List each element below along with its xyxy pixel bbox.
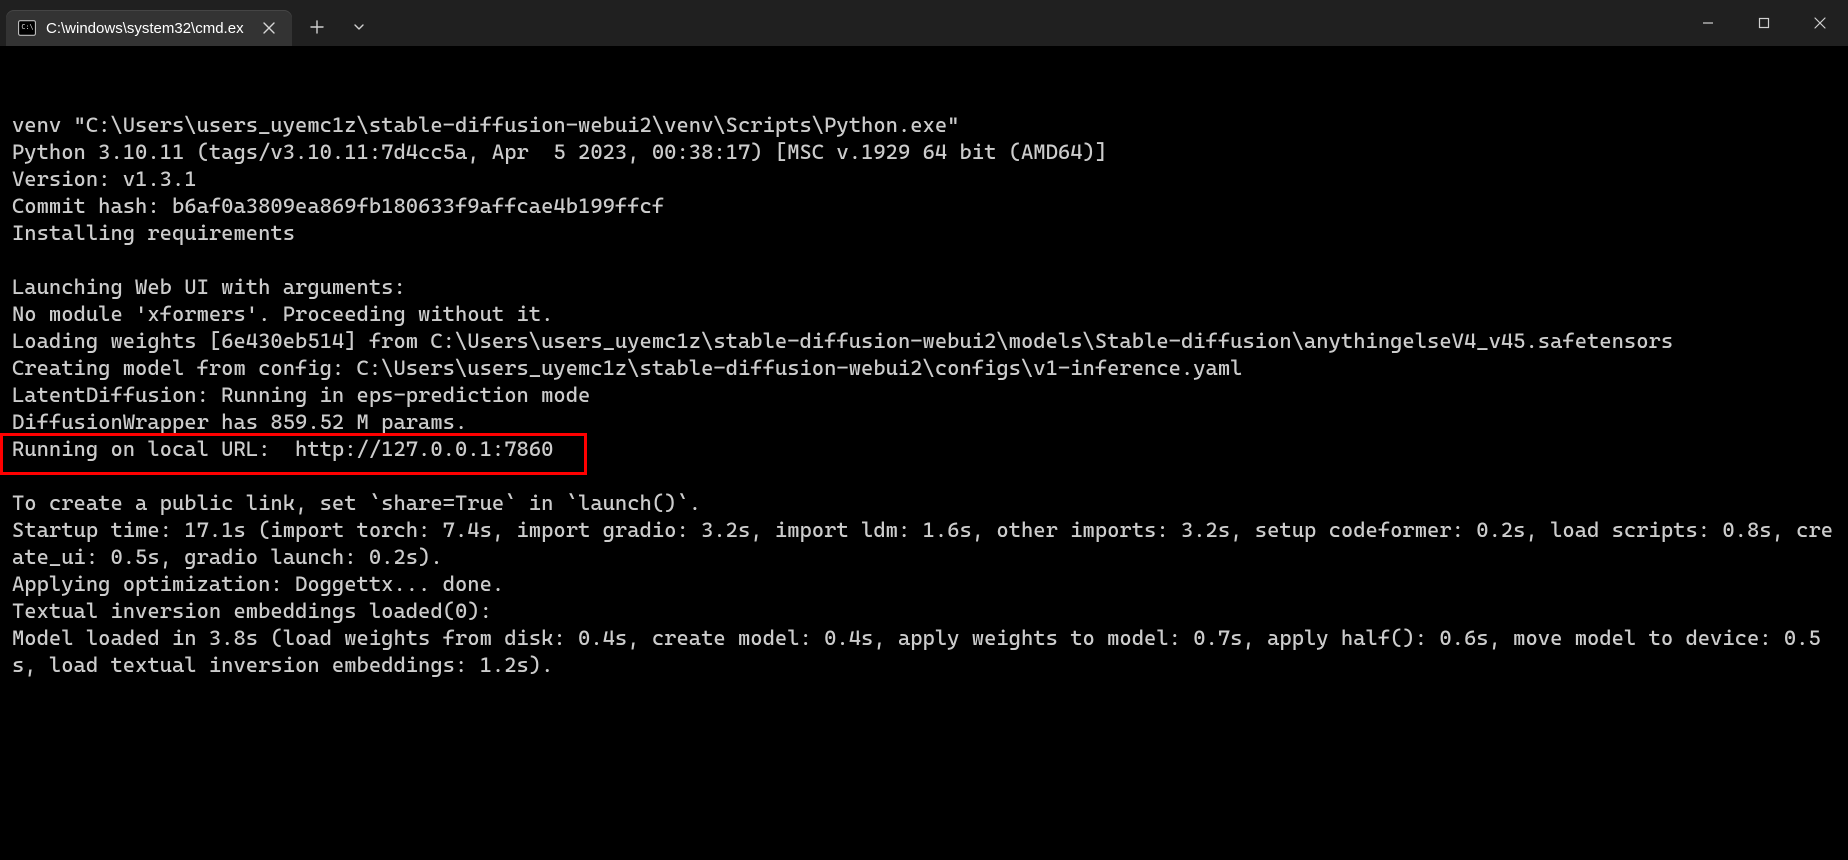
terminal-line: Textual inversion embeddings loaded(0): <box>12 598 1836 625</box>
window-close-button[interactable] <box>1792 0 1848 46</box>
terminal-line: Applying optimization: Doggettx... done. <box>12 571 1836 598</box>
window-titlebar: C:\ C:\windows\system32\cmd.ex <box>0 0 1848 46</box>
tab-cmd[interactable]: C:\ C:\windows\system32\cmd.ex <box>6 10 292 46</box>
window-minimize-button[interactable] <box>1680 0 1736 46</box>
terminal-line: Python 3.10.11 (tags/v3.10.11:7d4cc5a, A… <box>12 139 1836 166</box>
terminal-line <box>12 463 1836 490</box>
svg-text:C:\: C:\ <box>21 23 33 31</box>
terminal-line: To create a public link, set `share=True… <box>12 490 1836 517</box>
terminal-line: DiffusionWrapper has 859.52 M params. <box>12 409 1836 436</box>
minimize-icon <box>1702 17 1714 29</box>
plus-icon <box>310 20 324 34</box>
terminal-line: Version: v1.3.1 <box>12 166 1836 193</box>
terminal-line: Creating model from config: C:\Users\use… <box>12 355 1836 382</box>
terminal-line: venv "C:\Users\users_uyemc1z\stable-diff… <box>12 112 1836 139</box>
chevron-down-icon <box>353 21 365 33</box>
close-icon <box>1814 17 1826 29</box>
terminal-line <box>12 247 1836 274</box>
terminal-line: LatentDiffusion: Running in eps-predicti… <box>12 382 1836 409</box>
window-maximize-button[interactable] <box>1736 0 1792 46</box>
close-icon <box>263 22 275 34</box>
terminal-line: Model loaded in 3.8s (load weights from … <box>12 625 1836 679</box>
terminal-output[interactable]: venv "C:\Users\users_uyemc1z\stable-diff… <box>0 46 1848 679</box>
window-controls <box>1680 0 1848 46</box>
terminal-line: Startup time: 17.1s (import torch: 7.4s,… <box>12 517 1836 571</box>
terminal-line: Loading weights [6e430eb514] from C:\Use… <box>12 328 1836 355</box>
tab-dropdown-button[interactable] <box>342 10 376 44</box>
terminal-line: Installing requirements <box>12 220 1836 247</box>
tab-close-button[interactable] <box>260 19 278 37</box>
terminal-line: Commit hash: b6af0a3809ea869fb180633f9af… <box>12 193 1836 220</box>
cmd-icon: C:\ <box>18 19 36 37</box>
tab-title: C:\windows\system32\cmd.ex <box>46 20 244 37</box>
maximize-icon <box>1758 17 1770 29</box>
terminal-line: No module 'xformers'. Proceeding without… <box>12 301 1836 328</box>
terminal-line: Launching Web UI with arguments: <box>12 274 1836 301</box>
terminal-line-local-url: Running on local URL: http://127.0.0.1:7… <box>12 436 1836 463</box>
new-tab-button[interactable] <box>300 10 334 44</box>
tab-strip: C:\ C:\windows\system32\cmd.ex <box>0 4 376 46</box>
